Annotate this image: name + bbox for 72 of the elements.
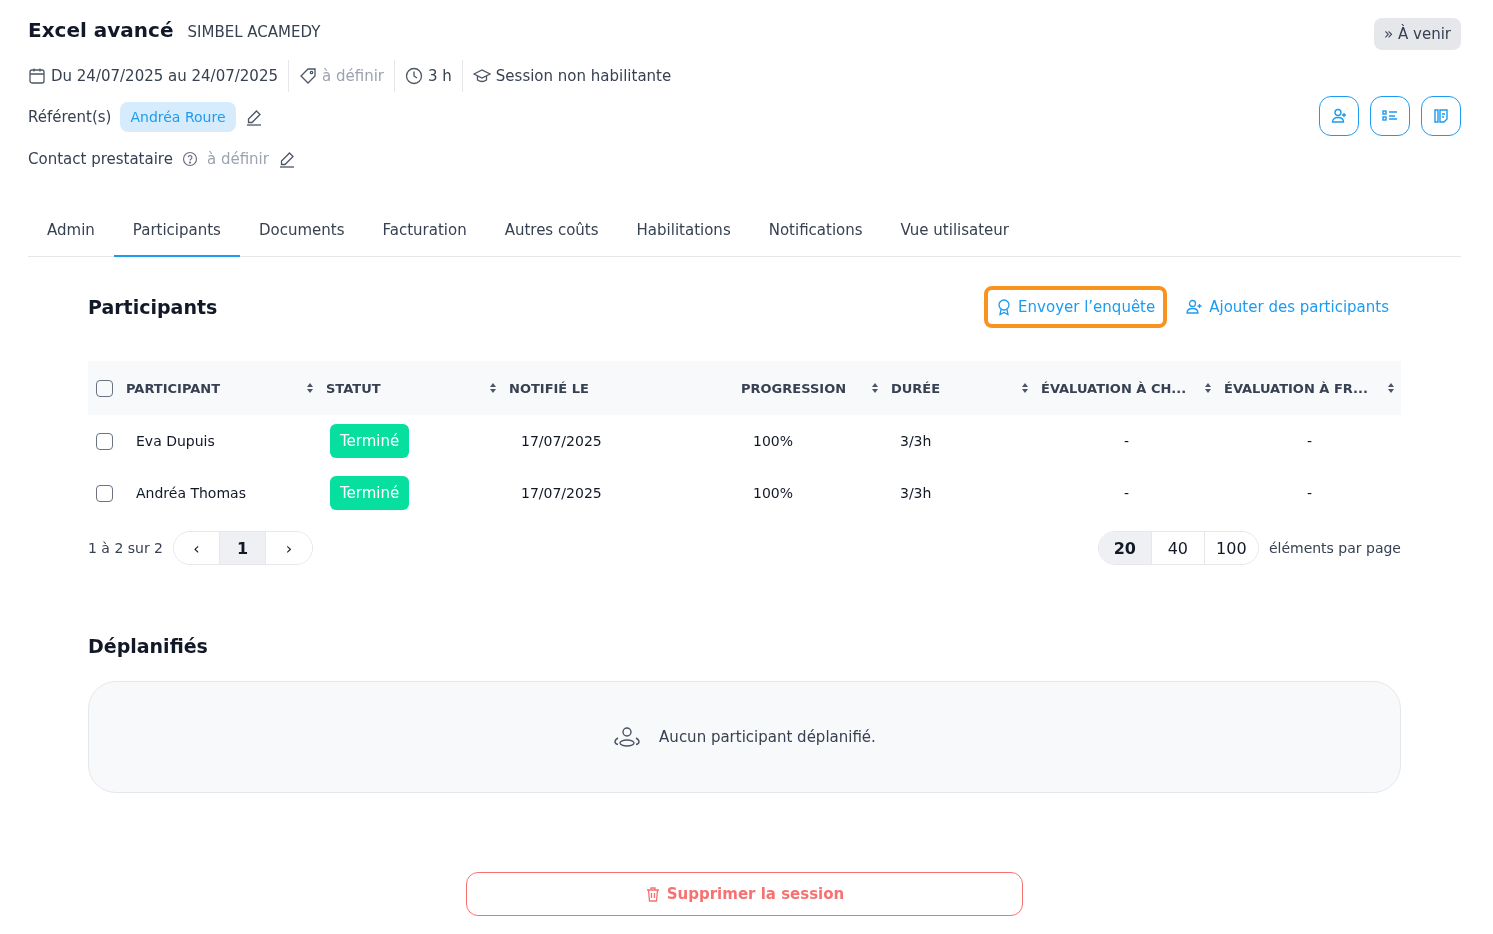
badge-icon — [996, 298, 1013, 316]
table-cell-text: Andréa Thomas — [135, 485, 246, 501]
document-icon — [1432, 107, 1450, 125]
column-header: DURÉE — [891, 380, 941, 396]
sort-icon[interactable] — [306, 382, 314, 394]
session-meta-text: 3 h — [428, 67, 452, 85]
range-text: 1 à 2 sur 2 — [88, 540, 164, 556]
trash-icon — [644, 885, 661, 903]
calendar-icon — [28, 67, 46, 85]
list-button[interactable] — [1370, 96, 1410, 136]
table-cell-text: 17/07/2025 — [520, 485, 602, 501]
tag-icon — [299, 67, 317, 85]
status-badge: Terminé — [330, 476, 410, 510]
table-cell: - — [1306, 485, 1313, 501]
column-header: NOTIFIÉ LE — [509, 380, 589, 396]
tab[interactable]: Facturation — [363, 204, 486, 257]
session-title: Excel avancé — [28, 18, 174, 42]
edit-icon[interactable] — [244, 108, 263, 126]
organization-name: SIMBEL ACAMEDY — [187, 23, 321, 41]
row-checkbox[interactable] — [95, 484, 113, 502]
table-cell: - — [1123, 485, 1130, 501]
empty-state-text: Aucun participant déplanifié. — [659, 728, 876, 746]
page-size-label: éléments par page — [1268, 540, 1401, 556]
column-header: ÉVALUATION À CH... — [1041, 380, 1187, 396]
page-button[interactable]: 1 — [220, 532, 267, 564]
row-checkbox[interactable] — [95, 432, 113, 450]
sort-icon[interactable] — [1204, 382, 1212, 394]
help-icon[interactable] — [181, 151, 198, 167]
status-badge: » À venir — [1374, 18, 1461, 50]
table-cell: - — [1123, 433, 1130, 449]
column-header: PROGRESSION — [741, 380, 847, 396]
tab[interactable]: Vue utilisateur — [881, 204, 1029, 257]
session-meta-text: Session non habilitante — [495, 67, 672, 85]
session-meta-text: à définir — [322, 67, 384, 85]
section-title: Déplanifiés — [88, 635, 209, 657]
column-header: ÉVALUATION À FR... — [1224, 380, 1368, 396]
sort-icon[interactable] — [1387, 382, 1395, 394]
people-icon — [613, 726, 642, 748]
clock-icon — [405, 67, 423, 85]
column-header: STATUT — [326, 380, 381, 396]
sort-icon[interactable] — [1021, 382, 1029, 394]
add-user-button[interactable] — [1319, 96, 1359, 136]
status-badge: Terminé — [330, 424, 410, 458]
graduation-cap-icon — [472, 67, 491, 85]
add-user-icon — [1185, 298, 1204, 316]
tab[interactable]: Participants — [113, 204, 240, 257]
table-cell: - — [1306, 433, 1313, 449]
select-all-checkbox[interactable] — [95, 379, 113, 397]
tab[interactable]: Documents — [239, 204, 364, 257]
contact-label: Contact prestataire — [28, 150, 173, 168]
session-meta-text: Du 24/07/2025 au 24/07/2025 — [51, 67, 278, 85]
section-title: Participants — [88, 296, 218, 318]
sort-icon[interactable] — [871, 382, 879, 394]
table-cell-text: 17/07/2025 — [520, 433, 602, 449]
document-button[interactable] — [1421, 96, 1461, 136]
add-user-icon — [1330, 107, 1348, 125]
table-cell-text: 3/3h — [899, 433, 932, 449]
table-cell-text: 100% — [752, 433, 794, 449]
previous-page-button[interactable]: ‹ — [174, 532, 221, 564]
page-size-option[interactable]: 20 — [1098, 532, 1152, 564]
sort-icon[interactable] — [489, 382, 497, 394]
tab[interactable]: Habilitations — [617, 204, 750, 257]
referents-label: Référent(s) — [28, 108, 112, 126]
contact-value: à définir — [206, 150, 269, 168]
column-header: PARTICIPANT — [126, 380, 221, 396]
table-cell-text: 3/3h — [899, 485, 932, 501]
tab[interactable]: Notifications — [749, 204, 882, 257]
edit-icon[interactable] — [277, 150, 296, 168]
tab[interactable]: Admin — [28, 204, 114, 257]
tab[interactable]: Autres coûts — [485, 204, 618, 257]
table-cell-text: 100% — [752, 485, 794, 501]
table-cell-text: Eva Dupuis — [135, 433, 215, 449]
